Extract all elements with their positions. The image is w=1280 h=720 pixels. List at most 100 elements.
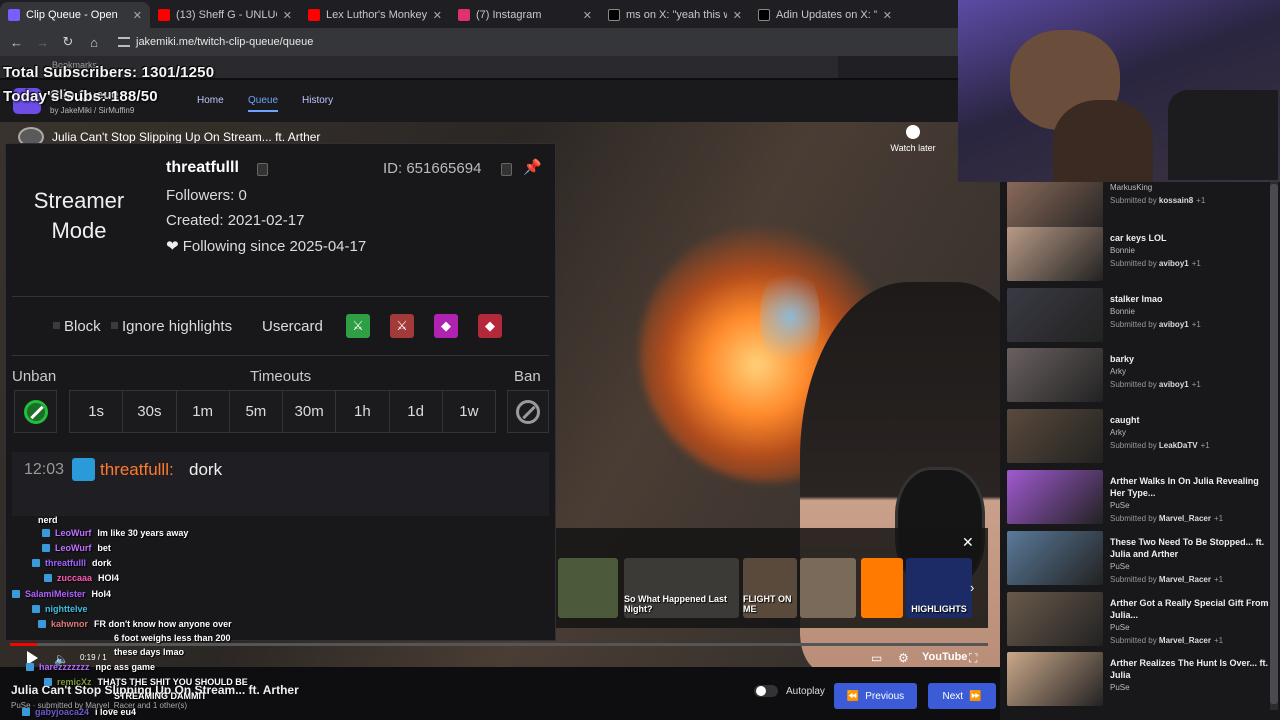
nav-history[interactable]: History [302,95,333,106]
chat-username[interactable]: gabyjoaca24 [35,707,89,717]
autoplay-switch[interactable] [754,685,778,697]
back-icon[interactable]: ← [10,35,23,50]
chat-username[interactable]: harezzzzzzz [39,662,90,672]
queue-item-thumbnail[interactable] [1007,409,1103,463]
usercard-username[interactable]: threatfulll [166,159,239,177]
queue-item[interactable]: These Two Need To Be Stopped... ft. Juli… [1007,531,1277,587]
queue-item-title[interactable]: caught [1110,414,1270,426]
browser-tab-0[interactable]: Clip Queue - Open ✕ [0,2,150,28]
queue-item[interactable]: stalker lmao Bonnie Submitted by aviboy1 +1 [1007,288,1277,344]
forward-icon[interactable]: → [36,35,49,50]
queue-item-thumbnail[interactable] [1007,531,1103,585]
progress-bar[interactable] [10,643,988,646]
gem-red-icon[interactable]: ◆ [478,314,502,338]
unban-button[interactable] [14,390,57,433]
timeout-30m-button[interactable]: 30m [283,391,337,432]
queue-item-thumbnail[interactable] [1007,652,1103,706]
queue-item[interactable]: Arther Realizes The Hunt Is Over... ft. … [1007,652,1277,708]
browser-tab-2[interactable]: Lex Luthor's Monkey Bots | S✕ [300,2,450,28]
chat-username[interactable]: SalamiMeister [25,589,86,599]
copy-username-icon[interactable] [257,163,268,176]
close-tab-icon[interactable]: ✕ [583,9,592,22]
queue-item-title[interactable]: Arther Got a Really Special Gift From Ju… [1110,597,1270,621]
pin-icon[interactable]: 📌 [523,158,542,176]
next-button[interactable]: Next ⏩ [928,683,996,709]
queue-item[interactable]: Arther Walks In On Julia Revealing Her T… [1007,470,1277,526]
ban-button[interactable] [507,390,549,433]
ignore-highlights-label[interactable]: Ignore highlights [122,318,232,335]
browser-tab-4[interactable]: ms on X: "yeah this would be✕ [600,2,750,28]
fullscreen-icon[interactable]: ⛶ [969,651,977,666]
block-label[interactable]: Block [64,318,101,335]
queue-item-thumbnail[interactable] [1007,288,1103,342]
timeout-1s-button[interactable]: 1s [70,391,124,432]
queue-item[interactable]: caught Arky Submitted by LeakDaTV +1 [1007,409,1277,465]
usercard-link[interactable]: Usercard [262,318,323,335]
sword-red-icon[interactable]: ⚔ [390,314,414,338]
watch-later-button[interactable]: Watch later [888,125,938,153]
suggestion-thumb[interactable]: HIGHLIGHTS [906,558,972,618]
chat-text: dork [92,558,112,568]
suggestion-thumb[interactable]: So What Happened Last Night? [624,558,739,618]
settings-gear-icon[interactable]: ⚙ [898,651,909,665]
queue-item-thumbnail[interactable] [1007,470,1103,524]
queue-item[interactable]: barky Arky Submitted by aviboy1 +1 [1007,348,1277,404]
timeout-1d-button[interactable]: 1d [389,391,443,432]
queue-item-title[interactable]: These Two Need To Be Stopped... ft. Juli… [1110,536,1270,560]
timeout-1w-button[interactable]: 1w [442,391,495,432]
chat-username[interactable]: nighttelve [45,604,88,614]
close-suggestions-icon[interactable]: ✕ [962,534,974,551]
close-tab-icon[interactable]: ✕ [433,9,442,22]
video-title[interactable]: Julia Can't Stop Slipping Up On Stream..… [52,130,320,144]
queue-item[interactable]: car keys LOL Bonnie Submitted by aviboy1 +1 [1007,227,1277,283]
chat-username[interactable]: remicXz [57,677,92,687]
queue-item-title[interactable]: barky [1110,353,1270,365]
queue-item-thumbnail[interactable] [1007,227,1103,281]
site-info-icon[interactable] [118,37,130,47]
queue-scrollbar-thumb[interactable] [1270,184,1278,704]
queue-item-title[interactable]: car keys LOL [1110,232,1270,244]
queue-item[interactable]: Arther Got a Really Special Gift From Ju… [1007,592,1277,648]
close-tab-icon[interactable]: ✕ [133,9,142,22]
suggestion-thumb[interactable]: FLIGHT ON ME [743,558,797,618]
autoplay-toggle[interactable]: Autoplay [754,685,825,697]
chat-username[interactable]: LeoWurf [55,528,91,538]
home-icon[interactable]: ⌂ [88,35,100,50]
ignore-highlights-checkbox[interactable] [111,322,118,329]
nav-home[interactable]: Home [197,95,224,106]
timeout-1m-button[interactable]: 1m [176,391,230,432]
chat-username[interactable]: kahwnor [51,619,88,629]
chevron-right-icon[interactable]: › [970,580,974,595]
queue-item-title[interactable]: stalker lmao [1110,293,1270,305]
timeout-1h-button[interactable]: 1h [336,391,390,432]
copy-id-icon[interactable] [501,163,512,176]
gem-purple-icon[interactable]: ◆ [434,314,458,338]
browser-tab-5[interactable]: Adin Updates on X: "Doechi✕ [750,2,900,28]
queue-item-title[interactable]: Arther Walks In On Julia Revealing Her T… [1110,475,1270,499]
suggestion-thumb[interactable] [558,558,618,618]
chat-username[interactable]: LeoWurf [55,543,91,553]
chat-username[interactable]: zuccaaa [57,573,92,583]
captions-icon[interactable]: ▭ [871,651,882,665]
suggestion-thumb[interactable] [800,558,856,618]
queue-item-title[interactable]: Arther Realizes The Hunt Is Over... ft. … [1110,657,1270,681]
reload-icon[interactable]: ↻ [62,34,74,50]
browser-tab-3[interactable]: (7) Instagram ✕ [450,2,600,28]
block-checkbox[interactable] [53,322,60,329]
queue-item-thumbnail[interactable] [1007,348,1103,402]
chat-username[interactable]: threatfulll [45,558,86,568]
timeout-5m-button[interactable]: 5m [229,391,283,432]
timeout-30s-button[interactable]: 30s [123,391,177,432]
queue-item-thumbnail[interactable] [1007,592,1103,646]
close-tab-icon[interactable]: ✕ [883,9,892,22]
close-tab-icon[interactable]: ✕ [283,9,292,22]
message-user[interactable]: threatfulll: [100,460,174,480]
close-tab-icon[interactable]: ✕ [733,9,742,22]
suggestion-thumb[interactable] [861,558,903,618]
sword-green-icon[interactable]: ⚔ [346,314,370,338]
url-field[interactable]: jakemiki.me/twitch-clip-queue/queue [118,36,313,48]
previous-button[interactable]: ⏪ Previous [834,683,917,709]
browser-tab-1[interactable]: (13) Sheff G - UNLUCKY LUCK✕ [150,2,300,28]
youtube-logo[interactable]: YouTube [922,651,967,663]
nav-queue[interactable]: Queue [248,95,279,112]
